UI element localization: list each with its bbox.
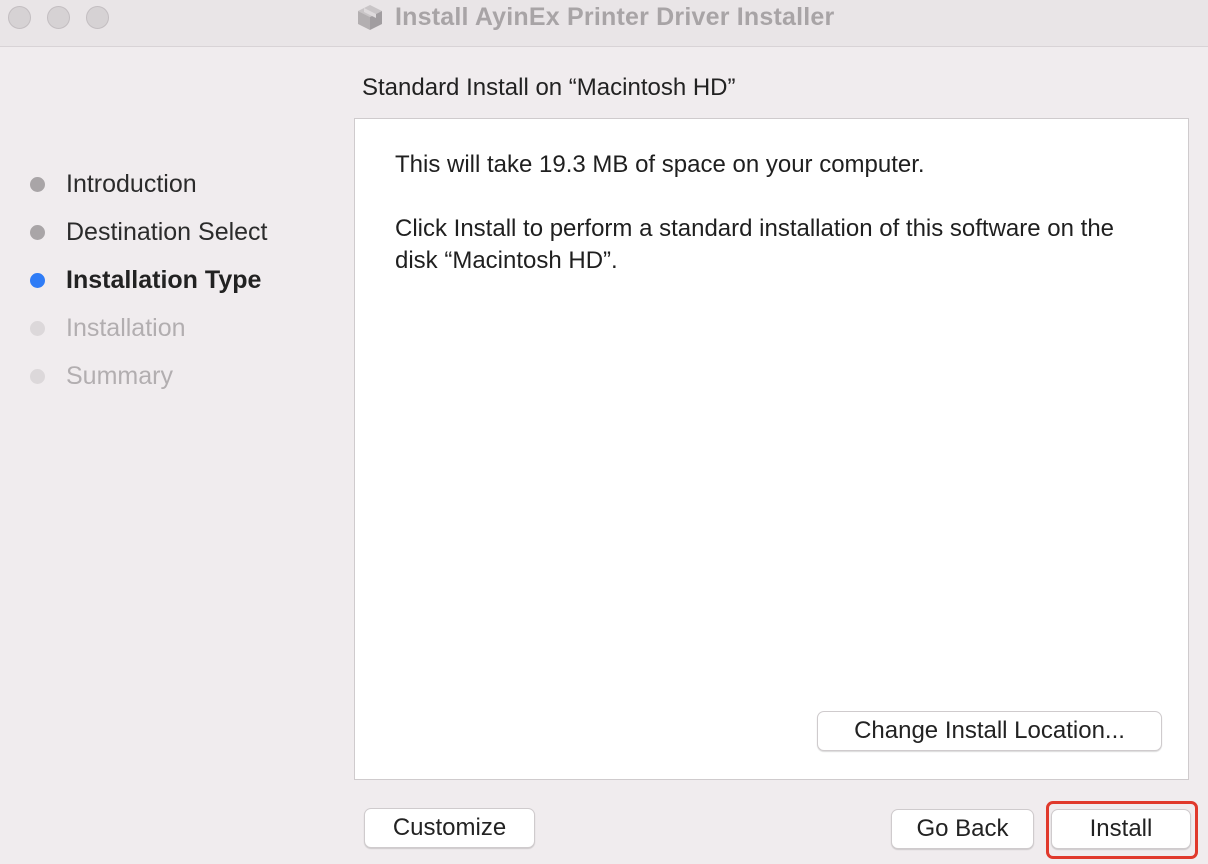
minimize-window-button[interactable] xyxy=(47,6,70,29)
go-back-button[interactable]: Go Back xyxy=(891,809,1034,849)
window-title-group: Install AyinEx Printer Driver Installer xyxy=(355,2,834,32)
package-icon xyxy=(358,5,382,30)
install-instructions-text: Click Install to perform a standard inst… xyxy=(395,215,1115,274)
customize-button[interactable]: Customize xyxy=(364,808,535,848)
step-label: Summary xyxy=(66,361,173,390)
close-window-button[interactable] xyxy=(8,6,31,29)
page-title: Standard Install on “Macintosh HD” xyxy=(362,74,736,101)
step-label: Destination Select xyxy=(66,217,268,246)
step-label: Installation xyxy=(66,313,186,342)
step-current-dot-icon xyxy=(30,272,45,288)
step-introduction: Introduction xyxy=(30,160,340,208)
content-panel: This will take 19.3 MB of space on your … xyxy=(354,118,1189,780)
window-title: Install AyinEx Printer Driver Installer xyxy=(395,2,835,31)
step-label: Installation Type xyxy=(66,265,262,294)
install-button[interactable]: Install xyxy=(1051,809,1191,849)
step-destination-select: Destination Select xyxy=(30,208,340,256)
step-label: Introduction xyxy=(66,169,197,198)
change-install-location-button[interactable]: Change Install Location... xyxy=(817,711,1162,751)
step-installation-type: Installation Type xyxy=(30,256,340,304)
installer-window: Install AyinEx Printer Driver Installer … xyxy=(0,0,1208,864)
step-done-dot-icon xyxy=(30,224,45,240)
step-summary: Summary xyxy=(30,352,340,400)
installer-steps: Introduction Destination Select Installa… xyxy=(30,160,340,400)
title-bar: Install AyinEx Printer Driver Installer xyxy=(0,0,1208,47)
step-pending-dot-icon xyxy=(30,320,45,336)
step-installation: Installation xyxy=(30,304,340,352)
description-text: This will take 19.3 MB of space on your … xyxy=(395,149,1155,309)
step-done-dot-icon xyxy=(30,176,45,192)
zoom-window-button[interactable] xyxy=(86,6,109,29)
step-pending-dot-icon xyxy=(30,368,45,384)
space-required-text: This will take 19.3 MB of space on your … xyxy=(395,151,925,178)
